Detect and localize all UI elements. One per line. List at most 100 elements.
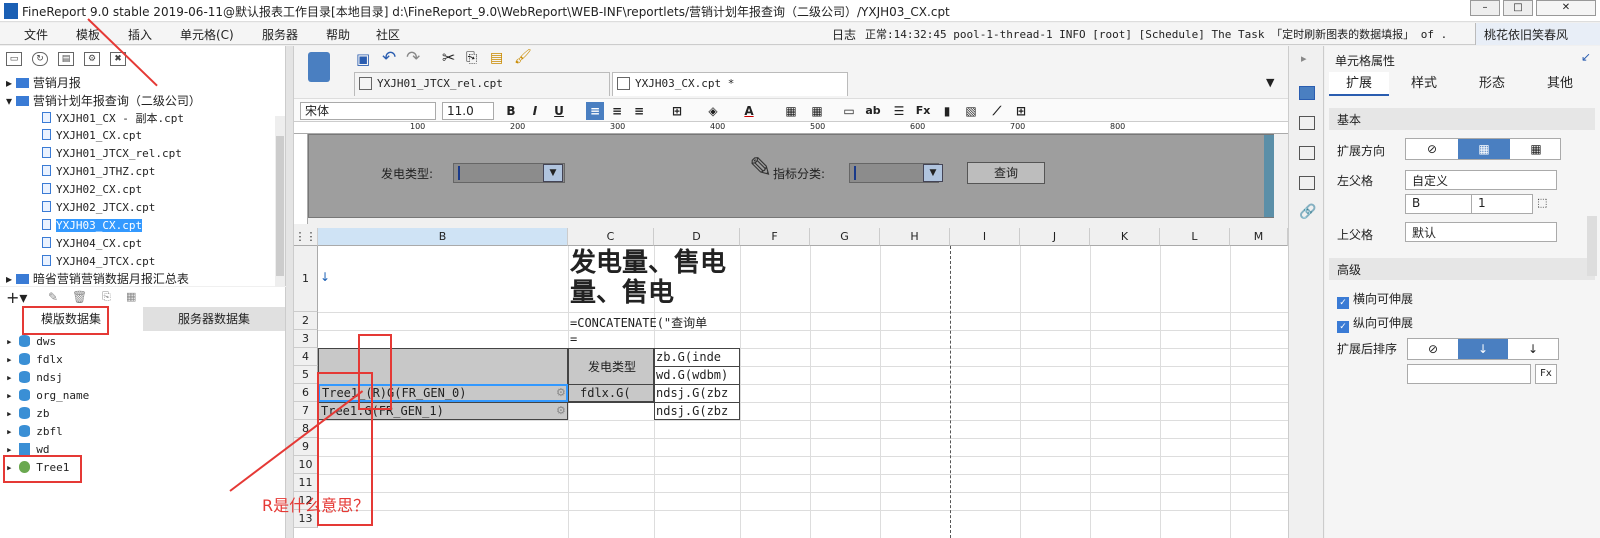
menu-server[interactable]: 服务器 bbox=[262, 26, 298, 43]
font-family-select[interactable]: 宋体 bbox=[300, 102, 436, 120]
query-button[interactable]: 查询 bbox=[967, 162, 1045, 184]
italic-button[interactable]: I bbox=[526, 102, 544, 120]
menu-community[interactable]: 社区 bbox=[376, 26, 400, 43]
align-center-button[interactable]: ≡ bbox=[608, 102, 626, 120]
insert-text-icon[interactable]: ▭ bbox=[840, 102, 858, 120]
menu-file[interactable]: 文件 bbox=[24, 26, 48, 43]
cell-d6[interactable]: ndsj.G(zbz bbox=[656, 386, 738, 400]
preview-icon[interactable] bbox=[308, 52, 330, 82]
close-button[interactable]: ✕ bbox=[1536, 0, 1596, 16]
tab-list-icon[interactable]: ▼ bbox=[1266, 76, 1274, 89]
edit-hide-icon[interactable]: ✎ bbox=[749, 151, 772, 184]
merge-icon[interactable]: ▦ bbox=[782, 102, 800, 120]
horizontal-expand-icon[interactable]: ▦ bbox=[1510, 139, 1562, 159]
column-header[interactable]: G bbox=[810, 228, 880, 246]
paste-icon[interactable]: ▤ bbox=[490, 50, 503, 66]
font-color-icon[interactable]: A bbox=[740, 102, 758, 120]
cut-icon[interactable]: ✂ bbox=[442, 48, 455, 67]
refresh-icon[interactable]: ↻ bbox=[32, 52, 48, 66]
menu-insert[interactable]: 插入 bbox=[128, 26, 152, 43]
maximize-button[interactable]: □ bbox=[1503, 0, 1533, 16]
underline-button[interactable]: U bbox=[550, 102, 568, 120]
cell-c3[interactable]: = bbox=[570, 332, 577, 346]
tree-file[interactable]: YXJH01_JTHZ.cpt bbox=[42, 164, 155, 182]
tree-folder[interactable]: ▸ 暗省营销营销数据月报汇总表 bbox=[6, 270, 189, 284]
cell-d4[interactable]: zb.G(inde bbox=[656, 350, 738, 364]
condition-icon[interactable] bbox=[1299, 176, 1315, 190]
preview-icon[interactable]: ⎘ bbox=[102, 290, 111, 304]
tree-file[interactable]: YXJH02_JTCX.cpt bbox=[42, 200, 155, 218]
row-header[interactable]: 1 bbox=[294, 246, 318, 312]
locate-icon[interactable]: ▤ bbox=[58, 52, 74, 66]
menu-help[interactable]: 帮助 bbox=[326, 26, 350, 43]
left-parent-column[interactable]: B bbox=[1405, 194, 1477, 214]
param-icon[interactable]: ▦ bbox=[126, 290, 136, 303]
row-header[interactable]: 5 bbox=[294, 366, 318, 384]
up-parent-select[interactable]: 默认 bbox=[1405, 222, 1557, 242]
tab-form[interactable]: 形态 bbox=[1459, 72, 1525, 96]
tab-file[interactable]: YXJH01_JTCX_rel.cpt bbox=[354, 72, 610, 96]
no-sort-icon[interactable]: ⊘ bbox=[1408, 339, 1458, 359]
gear-icon[interactable]: ⚙ bbox=[556, 404, 566, 417]
checkbox-vertical-expand[interactable]: ✓ 纵向可伸展 bbox=[1337, 314, 1413, 333]
dataset-item[interactable]: ▸ dws bbox=[6, 335, 56, 353]
row-header[interactable]: 10 bbox=[294, 456, 318, 474]
tree-folder[interactable]: ▾ 营销计划年报查询（二级公司） bbox=[6, 92, 201, 110]
pin-icon[interactable]: ↙ bbox=[1581, 50, 1591, 64]
sub-report-icon[interactable]: ⊞ bbox=[1012, 102, 1030, 120]
collapse-strip[interactable] bbox=[286, 46, 294, 538]
redo-icon[interactable]: ↷ bbox=[406, 48, 420, 68]
font-size-select[interactable]: 11.0 bbox=[442, 102, 494, 120]
sort-formula-input[interactable] bbox=[1407, 364, 1531, 384]
tab-style[interactable]: 样式 bbox=[1391, 72, 1457, 96]
column-header[interactable]: M bbox=[1230, 228, 1288, 246]
tree-file[interactable]: YXJH01_JTCX_rel.cpt bbox=[42, 146, 182, 164]
sort-descending-icon[interactable]: ↓ bbox=[1508, 339, 1558, 359]
widget-icon[interactable] bbox=[1299, 146, 1315, 160]
cell-d7[interactable]: ndsj.G(zbz bbox=[656, 404, 738, 418]
row-header[interactable]: 4 bbox=[294, 348, 318, 366]
formula-icon[interactable]: Fx bbox=[1535, 364, 1557, 384]
dataset-item[interactable]: ▸ fdlx bbox=[6, 353, 63, 371]
format-painter-icon[interactable]: 🖌 bbox=[514, 49, 532, 65]
chart-icon[interactable]: ▮ bbox=[938, 102, 956, 120]
section-advanced[interactable]: 高级 bbox=[1329, 258, 1595, 280]
add-dataset-icon[interactable]: +▾ bbox=[6, 288, 27, 307]
tab-other[interactable]: 其他 bbox=[1527, 72, 1593, 96]
left-parent-row[interactable]: 1 bbox=[1471, 194, 1533, 214]
panel-scrollbar[interactable] bbox=[1587, 216, 1597, 276]
insert-ab-icon[interactable]: ab bbox=[864, 102, 882, 120]
slash-icon[interactable]: ⟋ bbox=[988, 102, 1006, 120]
column-header[interactable]: I bbox=[950, 228, 1020, 246]
tree-file[interactable]: YXJH01_CX.cpt bbox=[42, 128, 142, 146]
column-header[interactable]: B bbox=[318, 228, 568, 246]
select-cell-icon[interactable]: ⬚ bbox=[1537, 196, 1547, 209]
tree-file-selected[interactable]: YXJH03_CX.cpt bbox=[42, 218, 143, 236]
bold-button[interactable]: B bbox=[502, 102, 520, 120]
dropdown-arrow-icon[interactable]: ▼ bbox=[923, 164, 943, 182]
dataset-item[interactable]: ▸ zb bbox=[6, 407, 50, 425]
collapse-arrow-icon[interactable]: ▸ bbox=[1301, 52, 1307, 65]
column-header[interactable]: L bbox=[1160, 228, 1230, 246]
open-folder-icon[interactable]: ▭ bbox=[6, 52, 22, 66]
delete-icon[interactable]: 🗑 bbox=[72, 290, 87, 304]
user-name[interactable]: 桃花依旧笑春风 bbox=[1475, 23, 1600, 45]
fill-color-icon[interactable]: ◈ bbox=[704, 102, 722, 120]
unmerge-icon[interactable]: ▦ bbox=[808, 102, 826, 120]
tree-file[interactable]: YXJH01_CX - 副本.cpt bbox=[42, 110, 184, 128]
column-header[interactable]: H bbox=[880, 228, 950, 246]
menu-cell[interactable]: 单元格(C) bbox=[180, 26, 234, 43]
cell-c-label[interactable]: 发电类型 bbox=[570, 358, 654, 375]
tab-expand[interactable]: 扩展 bbox=[1329, 72, 1389, 96]
corner-cell[interactable]: ⋮⋮ bbox=[294, 228, 318, 246]
align-left-button[interactable]: ≡ bbox=[586, 102, 604, 120]
dataset-item[interactable]: ▸ ndsj bbox=[6, 371, 63, 389]
column-header[interactable]: F bbox=[740, 228, 810, 246]
tree-folder[interactable]: ▸ 营销月报 bbox=[6, 74, 81, 92]
gear-icon[interactable]: ⚙ bbox=[556, 386, 566, 399]
cell-element-icon[interactable] bbox=[1299, 116, 1315, 130]
dataset-item[interactable]: ▸ zbfl bbox=[6, 425, 63, 443]
border-icon[interactable]: ⊞ bbox=[668, 102, 686, 120]
edit-icon[interactable]: ✎ bbox=[48, 290, 58, 304]
tree-file[interactable]: YXJH04_CX.cpt bbox=[42, 236, 142, 254]
